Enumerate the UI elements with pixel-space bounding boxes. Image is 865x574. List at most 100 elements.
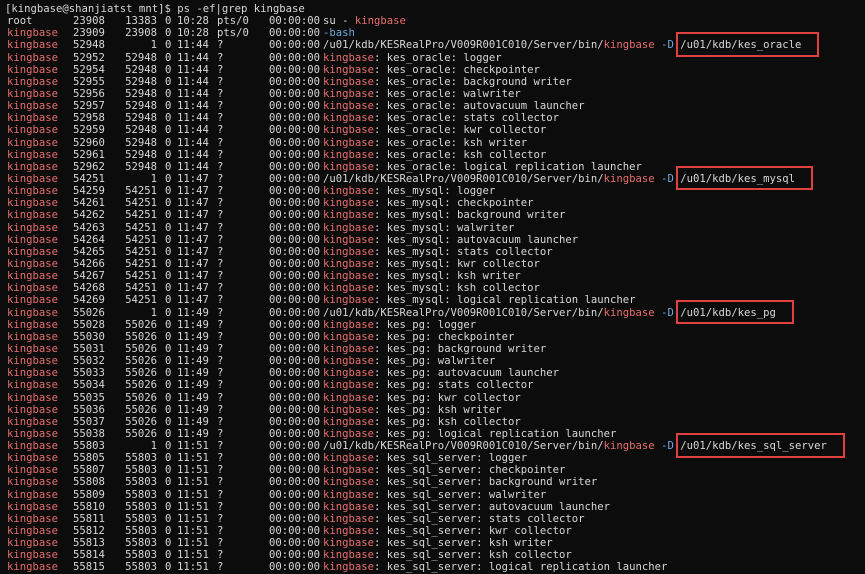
process-tty: ? — [217, 427, 224, 440]
process-command: kingbase: kes_pg: checkpointer — [323, 330, 515, 343]
process-pid: 55031 — [73, 342, 105, 355]
process-ppid: 52948 — [125, 100, 157, 113]
process-cpu-time: 00:00:00 — [269, 51, 321, 64]
process-row: kingbase 52960 52948 0 11:44? 00:00:00 kingbas… — [5, 137, 865, 149]
process-user: kingbase — [7, 440, 59, 453]
process-start-time: 11:44 — [177, 75, 209, 88]
process-row: kingbase 52956 52948 0 11:44? 00:00:00 kingbas… — [5, 88, 865, 100]
process-ppid: 54251 — [125, 197, 157, 210]
process-start-time: 11:49 — [177, 318, 209, 331]
process-cpu: 0 — [165, 452, 172, 465]
process-tty: ? — [217, 100, 224, 113]
process-cpu-time: 00:00:00 — [269, 294, 321, 307]
process-user: kingbase — [7, 355, 59, 368]
process-pid: 55812 — [73, 525, 105, 538]
process-cpu: 0 — [165, 100, 172, 113]
process-row: kingbase 55037 55026 0 11:49? 00:00:00 kingbas… — [5, 416, 865, 428]
process-pid: 54263 — [73, 221, 105, 234]
process-pid: 55814 — [73, 549, 105, 562]
terminal-output: [kingbase@shanjiatst mnt]$ ps -ef|grep k… — [5, 3, 865, 574]
process-user: kingbase — [7, 233, 59, 246]
process-ppid: 55026 — [125, 342, 157, 355]
process-command: kingbase: kes_sql_server: kwr collector — [323, 525, 572, 538]
process-user: kingbase — [7, 488, 59, 501]
process-tty: ? — [217, 112, 224, 125]
process-command: kingbase: kes_mysql: autovacuum launcher — [323, 233, 579, 246]
process-tty: ? — [217, 306, 224, 319]
process-tty: ? — [217, 525, 224, 538]
process-user: kingbase — [7, 452, 59, 465]
highlight-box-data-directory — [676, 299, 794, 324]
process-user: kingbase — [7, 415, 59, 428]
process-pid: 54264 — [73, 233, 105, 246]
process-row: kingbase 55032 55026 0 11:49? 00:00:00 kingbas… — [5, 355, 865, 367]
process-tty: ? — [217, 257, 224, 270]
process-cpu-time: 00:00:00 — [269, 197, 321, 210]
process-pid: 54261 — [73, 197, 105, 210]
process-user: kingbase — [7, 391, 59, 404]
process-user: kingbase — [7, 257, 59, 270]
process-row: kingbase 54263 54251 0 11:47? 00:00:00 kingbas… — [5, 222, 865, 234]
process-cpu: 0 — [165, 403, 172, 416]
process-cpu: 0 — [165, 379, 172, 392]
process-cpu-time: 00:00:00 — [269, 270, 321, 283]
process-ppid: 55026 — [125, 355, 157, 368]
process-start-time: 11:44 — [177, 63, 209, 76]
process-start-time: 11:51 — [177, 476, 209, 489]
process-command: kingbase: kes_sql_server: ksh writer — [323, 537, 553, 550]
process-user: kingbase — [7, 342, 59, 355]
process-ppid: 55803 — [125, 452, 157, 465]
process-command: kingbase: kes_sql_server: ksh collector — [323, 549, 572, 562]
process-pid: 55036 — [73, 403, 105, 416]
process-cpu: 0 — [165, 464, 172, 477]
process-cpu-time: 00:00:00 — [269, 367, 321, 380]
process-pid: 55038 — [73, 427, 105, 440]
process-command: kingbase: kes_pg: stats collector — [323, 379, 534, 392]
process-start-time: 11:47 — [177, 221, 209, 234]
process-start-time: 10:28 — [177, 15, 209, 28]
process-row: kingbase 54268 54251 0 11:47? 00:00:00 kingbas… — [5, 282, 865, 294]
process-cpu-time: 00:00:00 — [269, 488, 321, 501]
process-start-time: 11:47 — [177, 282, 209, 295]
process-cpu-time: 00:00:00 — [269, 537, 321, 550]
process-start-time: 11:44 — [177, 124, 209, 137]
process-command: kingbase: kes_pg: autovacuum launcher — [323, 367, 559, 380]
process-command: kingbase: kes_sql_server: checkpointer — [323, 464, 566, 477]
process-ppid: 52948 — [125, 160, 157, 173]
process-tty: ? — [217, 270, 224, 283]
process-user: kingbase — [7, 464, 59, 477]
process-cpu-time: 00:00:00 — [269, 160, 321, 173]
process-ppid: 1 — [150, 440, 157, 453]
process-cpu: 0 — [165, 257, 172, 270]
process-list: root 23908 13383 0 10:28 pts/0 00:00:00 su - ki… — [5, 15, 865, 573]
process-command: kingbase: kes_mysql: ksh writer — [323, 270, 521, 283]
process-tty: ? — [217, 512, 224, 525]
process-pid: 52958 — [73, 112, 105, 125]
process-user: kingbase — [7, 209, 59, 222]
process-command: kingbase: kes_pg: walwriter — [323, 355, 496, 368]
process-cpu-time: 00:00:00 — [269, 112, 321, 125]
process-tty: ? — [217, 63, 224, 76]
process-pid: 55809 — [73, 488, 105, 501]
process-cpu: 0 — [165, 415, 172, 428]
process-command: kingbase: kes_mysql: ksh collector — [323, 282, 540, 295]
process-tty: ? — [217, 160, 224, 173]
process-start-time: 11:47 — [177, 209, 209, 222]
process-tty: ? — [217, 379, 224, 392]
process-ppid: 55026 — [125, 367, 157, 380]
process-cpu-time: 00:00:00 — [269, 172, 321, 185]
process-cpu: 0 — [165, 233, 172, 246]
process-command: su - kingbase — [323, 15, 406, 28]
process-command: kingbase: kes_mysql: kwr collector — [323, 257, 540, 270]
process-pid: 52956 — [73, 87, 105, 100]
process-row: kingbase 55033 55026 0 11:49? 00:00:00 kingbas… — [5, 367, 865, 379]
process-cpu: 0 — [165, 488, 172, 501]
process-start-time: 11:49 — [177, 355, 209, 368]
process-row: kingbase 52954 52948 0 11:44? 00:00:00 kingbas… — [5, 64, 865, 76]
process-row: kingbase 54261 54251 0 11:47? 00:00:00 kingbas… — [5, 197, 865, 209]
process-cpu: 0 — [165, 63, 172, 76]
process-cpu-time: 00:00:00 — [269, 209, 321, 222]
process-command: kingbase: kes_mysql: logical replication… — [323, 294, 636, 307]
process-user: kingbase — [7, 160, 59, 173]
process-tty: ? — [217, 452, 224, 465]
